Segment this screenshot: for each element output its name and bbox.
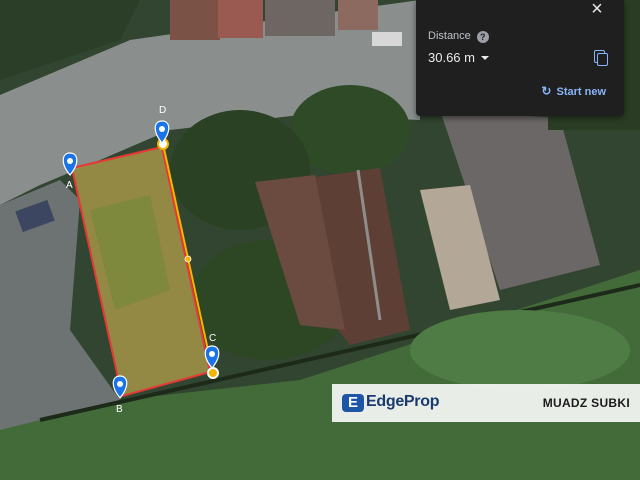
building-roof (170, 0, 220, 40)
help-icon[interactable]: ? (476, 31, 489, 43)
distance-unit-dropdown[interactable]: 30.66 m (428, 50, 489, 65)
distance-title-text: Distance (428, 30, 471, 42)
copy-icon[interactable] (594, 50, 608, 66)
edgeprop-logo-text: EdgeProp (366, 393, 440, 410)
refresh-icon: ↻ (541, 84, 552, 98)
watermark-banner: E EdgeProp MUADZ SUBKI (332, 384, 640, 422)
building-roof (218, 0, 263, 38)
building-roof (265, 0, 335, 36)
point-label-c: C (209, 333, 216, 344)
building-roof (338, 0, 378, 30)
agent-name: MUADZ SUBKI (542, 396, 630, 410)
distance-panel: × Distance? 30.66 m ↻ Start new (416, 0, 624, 116)
start-new-label: Start new (556, 86, 606, 98)
measure-endpoint-c[interactable] (207, 367, 219, 379)
start-new-button[interactable]: ↻ Start new (541, 84, 606, 98)
edgeprop-logo-icon: E (342, 394, 364, 412)
point-label-a: A (66, 180, 73, 191)
chevron-down-icon (480, 56, 489, 60)
distance-value: 30.66 m (428, 50, 475, 65)
measure-midpoint[interactable] (184, 255, 192, 263)
close-icon[interactable]: × (586, 0, 608, 22)
parked-car (372, 32, 402, 46)
distance-title: Distance? (428, 30, 489, 43)
vegetation-patch (410, 310, 630, 390)
point-label-b: B (116, 404, 123, 415)
point-label-d: D (159, 105, 166, 116)
